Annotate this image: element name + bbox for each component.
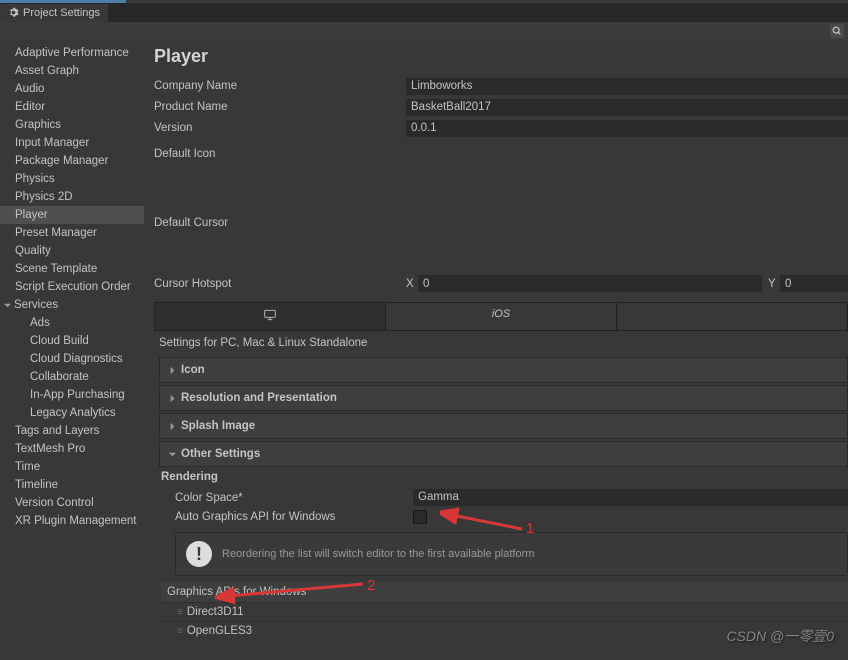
- sidebar-item-cloud-build[interactable]: Cloud Build: [0, 332, 144, 350]
- platform-tab-ios[interactable]: iOS: [386, 303, 617, 330]
- platform-tab-standalone[interactable]: [155, 303, 386, 330]
- sidebar-item-tags-layers[interactable]: Tags and Layers: [0, 422, 144, 440]
- sidebar-item-player[interactable]: Player: [0, 206, 144, 224]
- sidebar-item-textmesh-pro[interactable]: TextMesh Pro: [0, 440, 144, 458]
- default-icon-label: Default Icon: [154, 148, 406, 160]
- sidebar-item-audio[interactable]: Audio: [0, 80, 144, 98]
- info-icon: [186, 541, 212, 567]
- hotspot-x-label: X: [406, 278, 418, 290]
- platform-tab-other[interactable]: [617, 303, 847, 330]
- search-bar: [0, 22, 848, 40]
- gear-icon: [8, 7, 19, 18]
- auto-graphics-win-checkbox[interactable]: [413, 510, 427, 524]
- auto-graphics-win-label: Auto Graphics API for Windows: [175, 511, 413, 523]
- version-label: Version: [154, 122, 406, 134]
- foldout-splash[interactable]: Splash Image: [159, 413, 848, 439]
- expand-arrow-icon: [3, 301, 12, 310]
- hotspot-y-label: Y: [768, 278, 780, 290]
- sidebar-item-services[interactable]: Services: [0, 296, 144, 314]
- sidebar-item-collaborate[interactable]: Collaborate: [0, 368, 144, 386]
- sidebar-item-physics[interactable]: Physics: [0, 170, 144, 188]
- sidebar-item-adaptive-performance[interactable]: Adaptive Performance: [0, 44, 144, 62]
- sidebar-item-graphics[interactable]: Graphics: [0, 116, 144, 134]
- hotspot-x-input[interactable]: [418, 275, 762, 292]
- drag-handle-icon[interactable]: ≡: [177, 626, 181, 637]
- sidebar-item-input-manager[interactable]: Input Manager: [0, 134, 144, 152]
- sidebar-item-physics-2d[interactable]: Physics 2D: [0, 188, 144, 206]
- cursor-hotspot-label: Cursor Hotspot: [154, 278, 406, 290]
- info-box: Reordering the list will switch editor t…: [175, 532, 848, 576]
- sidebar-item-script-execution-order[interactable]: Script Execution Order: [0, 278, 144, 296]
- sidebar-item-asset-graph[interactable]: Asset Graph: [0, 62, 144, 80]
- foldout-icon[interactable]: Icon: [159, 357, 848, 383]
- content-area: Player Company Name Product Name Version…: [144, 40, 848, 660]
- product-name-label: Product Name: [154, 101, 406, 113]
- rendering-title: Rendering: [161, 471, 848, 483]
- info-text: Reordering the list will switch editor t…: [222, 548, 534, 560]
- sidebar-item-package-manager[interactable]: Package Manager: [0, 152, 144, 170]
- section-title: Settings for PC, Mac & Linux Standalone: [159, 337, 848, 349]
- sidebar-item-ads[interactable]: Ads: [0, 314, 144, 332]
- platform-tabs: iOS: [154, 302, 848, 331]
- hotspot-y-input[interactable]: [780, 275, 848, 292]
- sidebar-item-cloud-diagnostics[interactable]: Cloud Diagnostics: [0, 350, 144, 368]
- sidebar: Adaptive Performance Asset Graph Audio E…: [0, 40, 144, 660]
- sidebar-item-timeline[interactable]: Timeline: [0, 476, 144, 494]
- sidebar-item-version-control[interactable]: Version Control: [0, 494, 144, 512]
- tab-bar: Project Settings: [0, 3, 848, 22]
- sidebar-item-quality[interactable]: Quality: [0, 242, 144, 260]
- api-item-d3d11[interactable]: ≡ Direct3D11: [161, 602, 848, 621]
- api-list-header: Graphics APIs for Windows: [161, 582, 848, 602]
- company-name-input[interactable]: [406, 78, 848, 95]
- product-name-input[interactable]: [406, 99, 848, 116]
- sidebar-item-in-app-purchasing[interactable]: In-App Purchasing: [0, 386, 144, 404]
- sidebar-item-time[interactable]: Time: [0, 458, 144, 476]
- default-cursor-label: Default Cursor: [154, 217, 406, 229]
- monitor-icon: [262, 308, 278, 322]
- chevron-right-icon: [168, 394, 177, 403]
- color-space-label: Color Space*: [175, 492, 413, 504]
- color-space-value[interactable]: Gamma: [413, 489, 848, 506]
- drag-handle-icon[interactable]: ≡: [177, 607, 181, 618]
- watermark: CSDN @一零壹0: [726, 626, 834, 646]
- tab-title: Project Settings: [23, 7, 100, 19]
- project-settings-tab[interactable]: Project Settings: [0, 4, 108, 22]
- sidebar-item-xr-plugin[interactable]: XR Plugin Management: [0, 512, 144, 530]
- sidebar-item-editor[interactable]: Editor: [0, 98, 144, 116]
- sidebar-item-scene-template[interactable]: Scene Template: [0, 260, 144, 278]
- page-title: Player: [154, 46, 848, 67]
- chevron-down-icon: [168, 450, 177, 459]
- company-name-label: Company Name: [154, 80, 406, 92]
- search-icon[interactable]: [830, 24, 844, 38]
- chevron-right-icon: [168, 422, 177, 431]
- chevron-right-icon: [168, 366, 177, 375]
- foldout-resolution[interactable]: Resolution and Presentation: [159, 385, 848, 411]
- foldout-other-settings[interactable]: Other Settings: [159, 441, 848, 467]
- sidebar-item-preset-manager[interactable]: Preset Manager: [0, 224, 144, 242]
- sidebar-item-legacy-analytics[interactable]: Legacy Analytics: [0, 404, 144, 422]
- version-input[interactable]: [406, 120, 848, 137]
